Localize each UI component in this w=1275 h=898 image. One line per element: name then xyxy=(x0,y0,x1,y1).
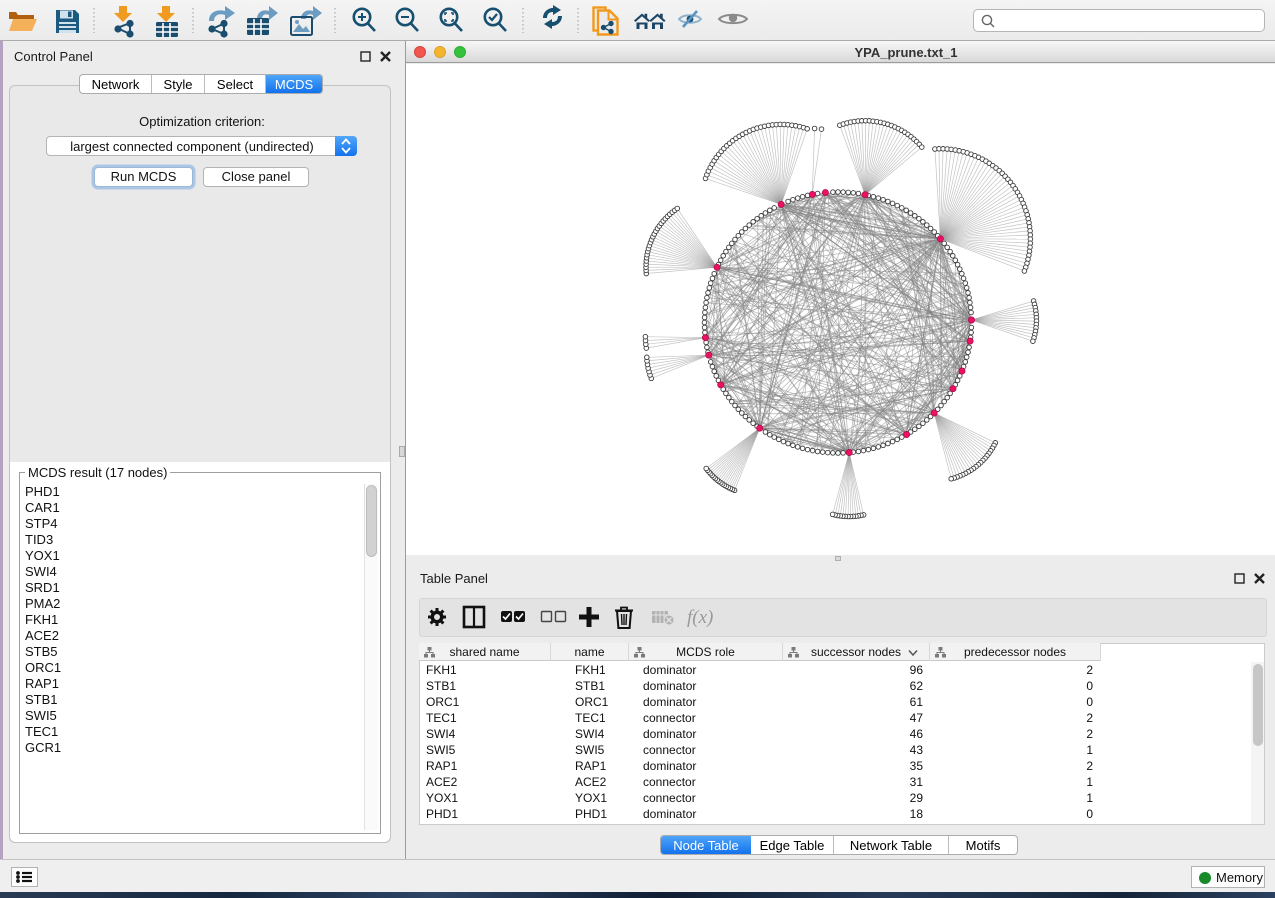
svg-text:f(x): f(x) xyxy=(687,607,713,628)
